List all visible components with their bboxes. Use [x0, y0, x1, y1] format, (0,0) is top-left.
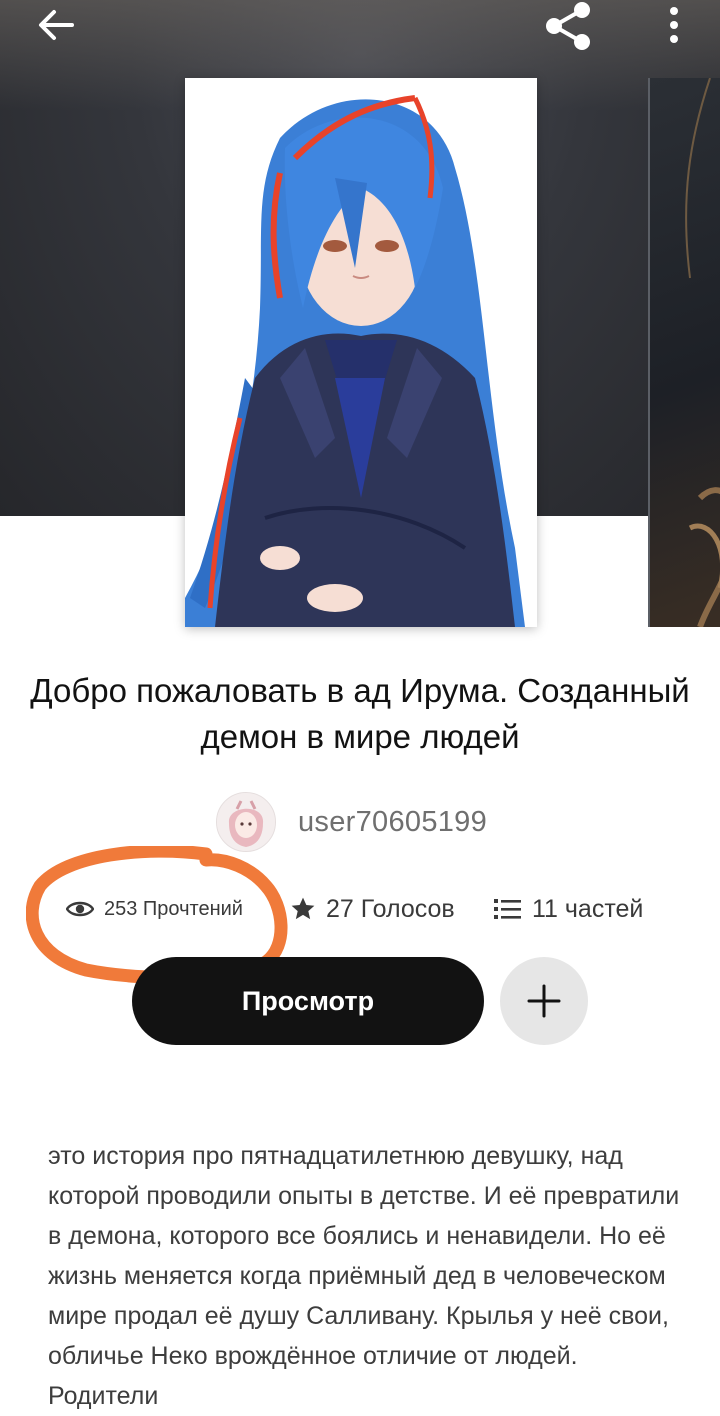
- parts-stat[interactable]: 11 частей: [494, 884, 643, 934]
- star-icon: [291, 897, 315, 920]
- more-options-button[interactable]: [634, 0, 714, 50]
- back-button[interactable]: [16, 0, 96, 50]
- avatar-image: [217, 793, 275, 851]
- story-title: Добро пожаловать в ад Ирума. Созданный д…: [30, 672, 690, 755]
- eye-icon: [66, 901, 94, 917]
- author-username[interactable]: user70605199: [298, 806, 487, 839]
- story-stats: 253 Прочтений 27 Голосов 11 частей: [0, 884, 720, 934]
- arrow-left-icon: [39, 10, 74, 40]
- votes-stat: 27 Голосов: [290, 884, 455, 934]
- reads-count: 253 Прочтений: [104, 897, 243, 920]
- view-button[interactable]: Просмотр: [132, 957, 484, 1045]
- parts-count: 11 частей: [532, 894, 644, 923]
- plus-icon: [527, 984, 561, 1018]
- share-button[interactable]: [528, 0, 608, 50]
- more-vertical-icon: [670, 7, 678, 43]
- author-row[interactable]: user70605199: [216, 792, 487, 852]
- list-icon: [494, 899, 521, 919]
- story-cover[interactable]: [185, 78, 537, 627]
- add-to-library-button[interactable]: [500, 957, 588, 1045]
- avatar[interactable]: [216, 792, 276, 852]
- next-cover-art: [685, 78, 720, 627]
- votes-count: 27 Голосов: [326, 894, 455, 923]
- story-description: это история про пятнадцатилетнюю девушку…: [48, 1142, 680, 1410]
- reads-stat: 253 Прочтений: [66, 884, 243, 934]
- share-icon: [546, 2, 590, 50]
- next-story-cover[interactable]: [648, 78, 720, 627]
- cover-illustration: [185, 78, 537, 627]
